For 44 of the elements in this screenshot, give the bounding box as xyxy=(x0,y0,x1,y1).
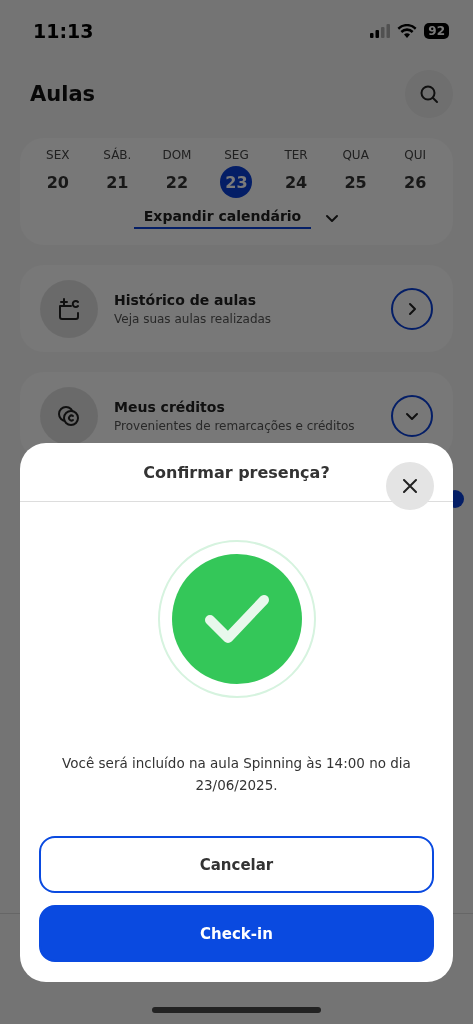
close-icon xyxy=(403,479,417,493)
day-button[interactable]: SEX 20 xyxy=(28,148,88,198)
status-time: 11:13 xyxy=(33,20,94,42)
weekday-label: TER xyxy=(284,148,308,162)
day-number: 26 xyxy=(403,171,428,194)
expand-button[interactable] xyxy=(391,394,433,437)
info-card[interactable]: Histórico de aulas Veja suas aulas realizadas xyxy=(20,265,453,352)
card-title: Meus créditos xyxy=(114,398,226,415)
expand-calendar-link[interactable]: Expandir calendário xyxy=(133,206,312,229)
weekday-label: QUI xyxy=(404,148,427,162)
day-button[interactable]: SEG 23 xyxy=(206,148,267,198)
wifi-icon xyxy=(397,24,418,38)
day-button[interactable]: DOM 22 xyxy=(147,148,207,198)
card-subtitle: Provenientes de remarcações e créditos xyxy=(114,418,356,433)
day-button[interactable]: QUA 25 xyxy=(325,148,386,198)
checkmark-icon xyxy=(203,594,270,644)
day-button[interactable]: SÁB. 21 xyxy=(87,148,148,198)
calendar-icon xyxy=(56,295,82,322)
search-button[interactable] xyxy=(405,70,453,118)
open-button[interactable] xyxy=(391,287,433,330)
page-title: Aulas xyxy=(30,82,96,106)
card-title: Histórico de aulas xyxy=(114,291,258,308)
checkin-button[interactable]: Check-in xyxy=(39,905,434,962)
card-subtitle: Veja suas aulas realizadas xyxy=(114,311,273,326)
battery-indicator: 92 xyxy=(424,23,449,39)
weekday-label: DOM xyxy=(162,148,192,162)
day-number: 23 xyxy=(220,166,253,198)
weekday-label: SÁB. xyxy=(103,148,132,162)
day-number: 24 xyxy=(283,171,309,194)
day-number: 22 xyxy=(164,171,190,194)
dialog-message: Você será incluído na aula Spinning às 14:00 no dia 23/06/2025. xyxy=(61,754,412,795)
close-button[interactable] xyxy=(386,462,434,510)
search-icon xyxy=(419,84,439,104)
weekday-label: SEX xyxy=(46,148,70,162)
signal-icon xyxy=(370,24,391,38)
day-button[interactable]: QUI 26 xyxy=(385,148,445,198)
day-button[interactable]: TER 24 xyxy=(266,148,326,198)
cancel-button[interactable]: Cancelar xyxy=(39,836,434,893)
day-number: 20 xyxy=(45,171,70,194)
day-number: 21 xyxy=(105,171,130,194)
dialog-title: Confirmar presença? xyxy=(143,462,330,482)
weekday-label: QUA xyxy=(342,148,369,162)
day-number: 25 xyxy=(343,171,368,194)
weekday-label: SEG xyxy=(224,148,249,162)
